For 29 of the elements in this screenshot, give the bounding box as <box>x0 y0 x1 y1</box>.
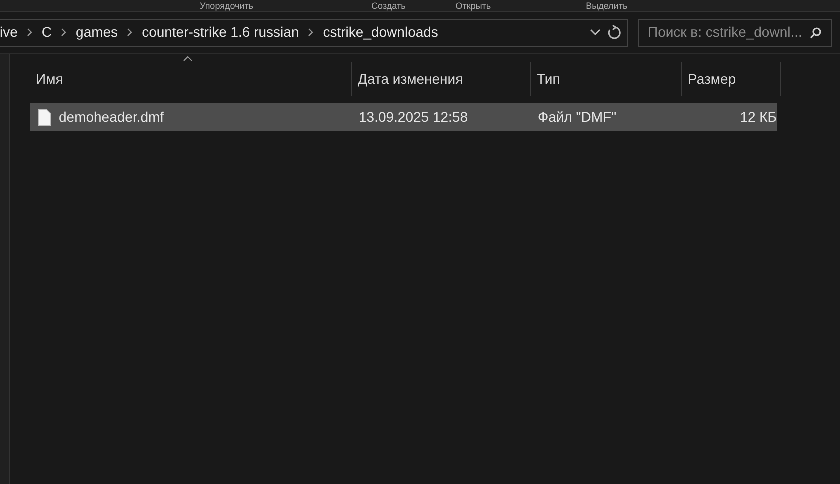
breadcrumb-item[interactable]: ive <box>0 22 18 43</box>
breadcrumb-item[interactable]: cstrike_downloads <box>323 22 438 43</box>
sort-ascending-icon <box>183 56 193 62</box>
refresh-icon[interactable] <box>607 24 621 40</box>
file-row[interactable]: demoheader.dmf 13.09.2025 12:58 Файл "DMF" 12 КБ <box>30 103 777 131</box>
ribbon-group-label[interactable]: Упорядочить <box>200 0 254 10</box>
ribbon-group-label[interactable]: Открыть <box>456 0 492 10</box>
file-size: 12 КБ <box>739 108 777 126</box>
chevron-right-icon <box>127 28 134 37</box>
column-header[interactable]: Размер <box>682 62 781 96</box>
chevron-right-icon <box>308 28 314 37</box>
search-field[interactable]: Поиск в: cstrike_downl... <box>638 18 832 46</box>
file-date: 13.09.2025 12:58 <box>358 108 469 126</box>
ribbon-group-label[interactable]: Создать <box>372 0 406 10</box>
address-bar[interactable]: ive C games counter-strike 1.6 russian cstrike_downloads <box>0 18 628 46</box>
file-icon <box>38 108 51 126</box>
column-header[interactable]: Тип <box>531 62 682 96</box>
chevron-down-icon[interactable] <box>590 29 601 36</box>
column-header[interactable]: Имя <box>30 62 352 96</box>
breadcrumb-item[interactable]: counter-strike 1.6 russian <box>142 22 300 43</box>
file-name: demoheader.dmf <box>59 108 164 126</box>
file-type: Файл "DMF" <box>537 108 618 126</box>
search-icon[interactable] <box>810 26 822 38</box>
breadcrumb-item[interactable]: C <box>42 22 52 43</box>
ribbon-group-label[interactable]: Выделить <box>586 0 628 10</box>
breadcrumb-item[interactable]: games <box>76 22 118 43</box>
chevron-right-icon <box>26 28 33 37</box>
chevron-right-icon <box>61 28 68 37</box>
column-header[interactable]: Дата изменения <box>352 62 531 96</box>
